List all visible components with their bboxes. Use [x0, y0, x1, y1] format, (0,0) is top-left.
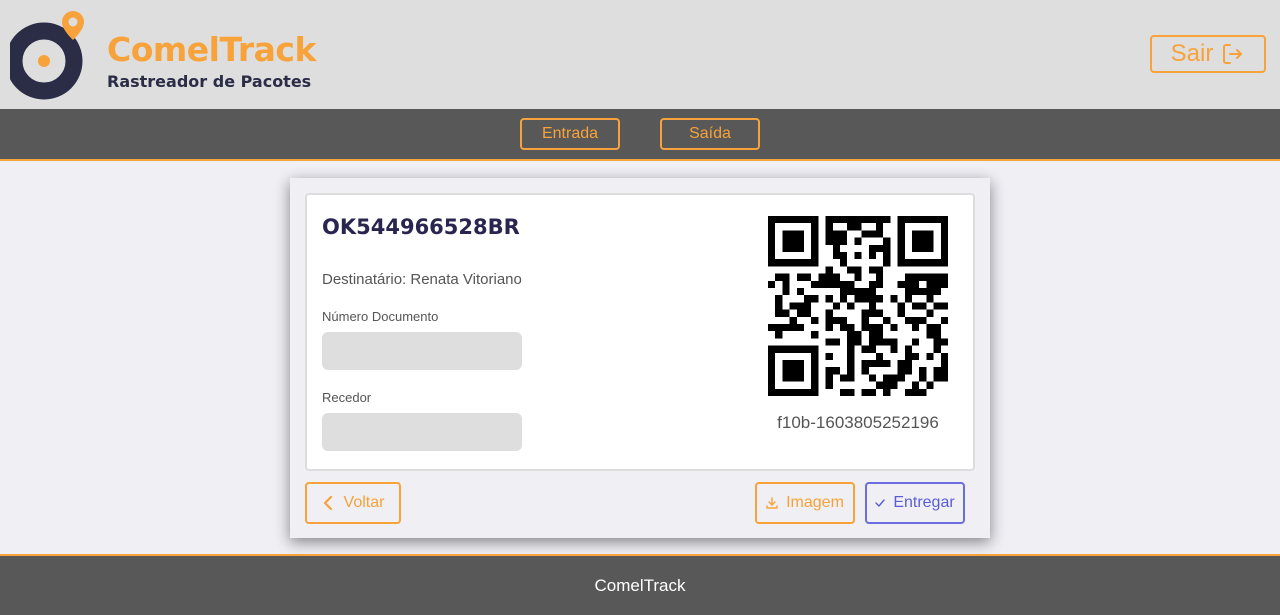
logout-icon	[1223, 44, 1243, 64]
logout-button[interactable]: Sair	[1150, 35, 1266, 73]
receiver-label: Recedor	[322, 390, 372, 405]
logo-icon	[10, 11, 84, 100]
brand-subtitle: Rastreador de Pacotes	[107, 72, 312, 91]
package-details-panel: OK544966528BR Destinatário: Renata Vitor…	[305, 193, 975, 471]
back-label: Voltar	[343, 494, 385, 511]
package-card: OK544966528BR Destinatário: Renata Vitor…	[290, 178, 990, 538]
document-number-label: Número Documento	[322, 309, 439, 324]
logout-label: Sair	[1170, 40, 1214, 67]
qr-code-text: f10b-1603805252196	[777, 413, 939, 432]
footer-text: ComelTrack	[594, 575, 686, 595]
check-icon	[875, 499, 886, 507]
image-button[interactable]: Imagem	[755, 482, 855, 524]
download-icon	[766, 497, 778, 509]
recipient-text: Destinatário: Renata Vitoriano	[322, 271, 522, 288]
main-nav: Entrada Saída	[0, 109, 1280, 161]
nav-entrada-button[interactable]: Entrada	[520, 118, 620, 150]
deliver-label: Entregar	[893, 494, 955, 511]
document-number-input[interactable]	[322, 332, 522, 370]
receiver-input[interactable]	[322, 413, 522, 451]
app-footer: ComelTrack	[0, 554, 1280, 615]
brand-name: ComelTrack	[107, 30, 316, 69]
nav-saida-button[interactable]: Saída	[660, 118, 760, 150]
image-label: Imagem	[786, 494, 844, 511]
chevron-left-icon	[323, 496, 332, 510]
app-header: ComelTrack Rastreador de Pacotes Sair	[0, 0, 1280, 109]
deliver-button[interactable]: Entregar	[865, 482, 965, 524]
back-button[interactable]: Voltar	[305, 482, 401, 524]
qr-code	[768, 216, 948, 396]
app-logo[interactable]: ComelTrack Rastreador de Pacotes	[10, 10, 320, 100]
tracking-code: OK544966528BR	[322, 215, 520, 239]
